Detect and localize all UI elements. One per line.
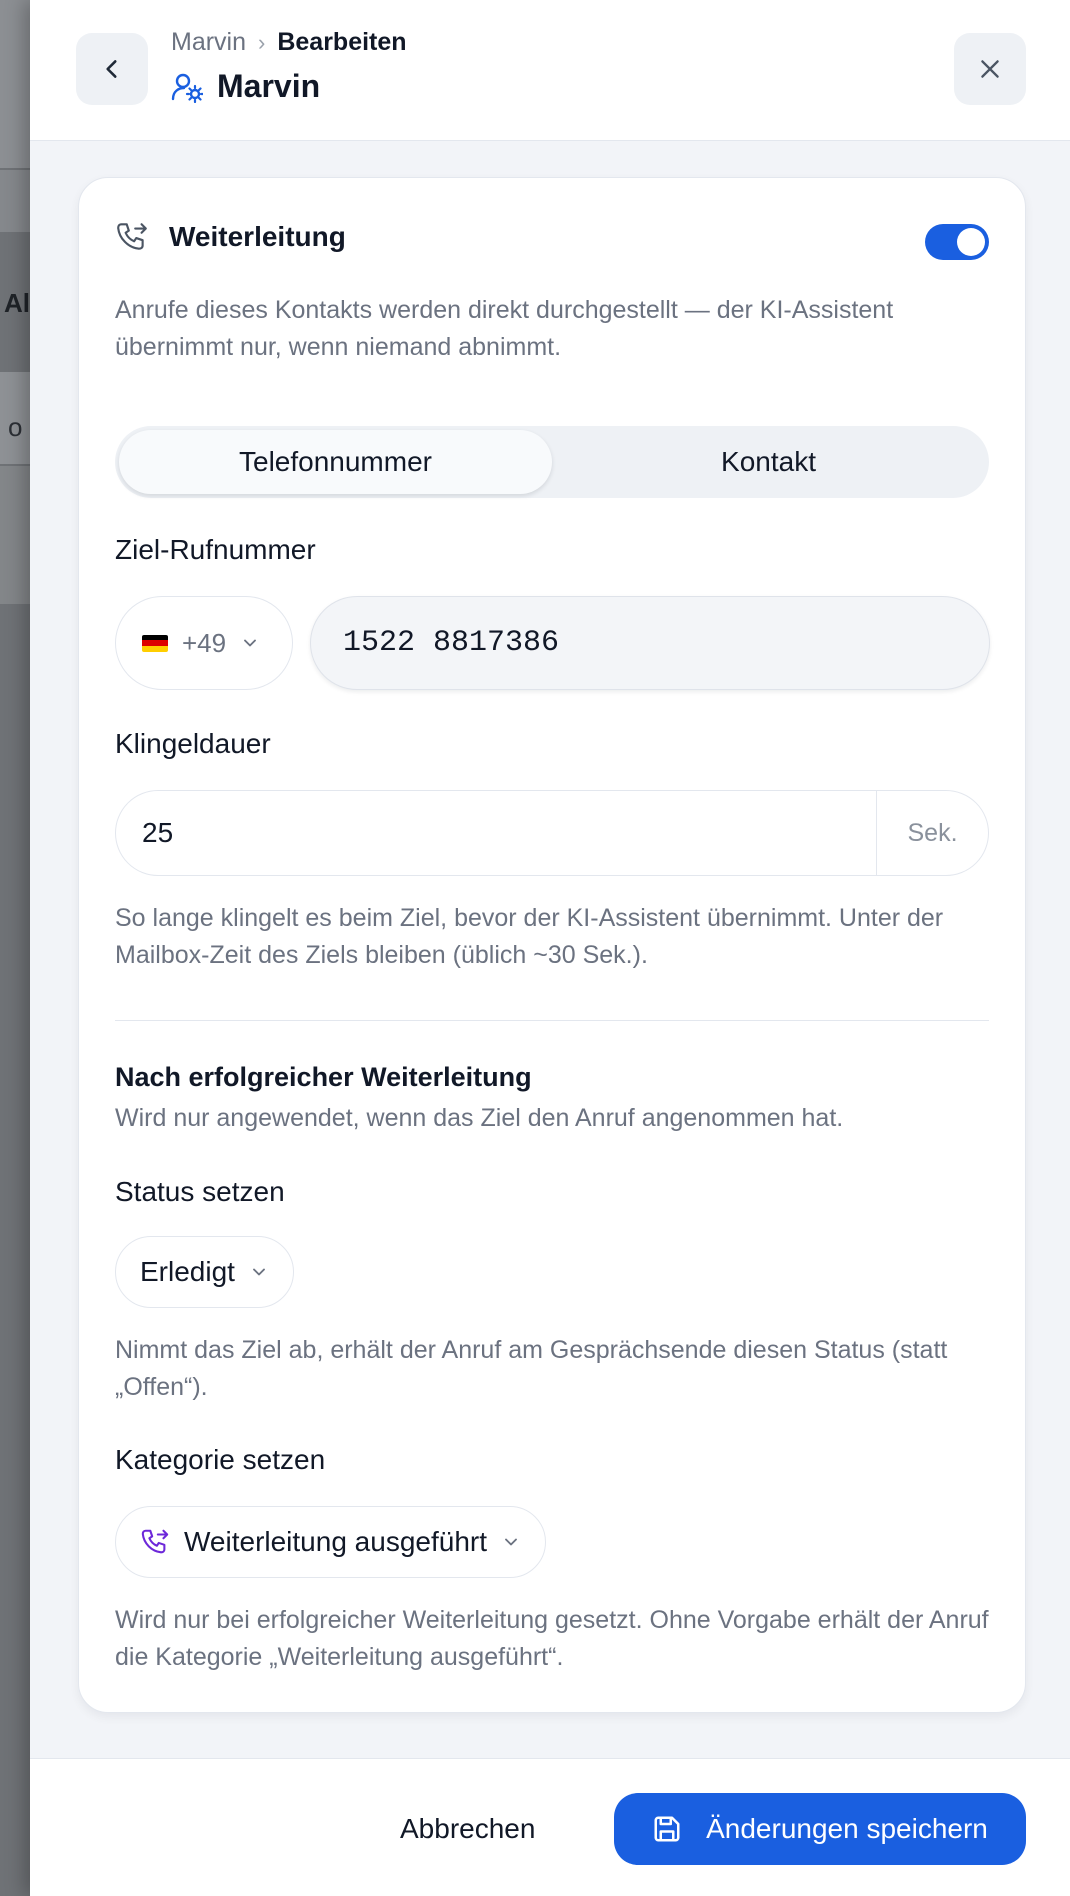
category-value: Weiterleitung ausgeführt <box>184 1526 487 1557</box>
background-text: o <box>8 412 23 442</box>
back-button[interactable] <box>76 33 148 105</box>
chevron-right-icon: › <box>258 29 266 55</box>
save-button-label: Änderungen speichern <box>706 1813 988 1844</box>
ring-duration-label: Klingeldauer <box>115 728 271 759</box>
status-help: Nimmt das Ziel ab, erhält der Anruf am G… <box>115 1336 948 1401</box>
sheet-header: Marvin › Bearbeiten Marvin <box>30 0 1070 141</box>
breadcrumb-parent[interactable]: Marvin <box>171 28 246 57</box>
forwarding-description: Anrufe dieses Kontakts werden direkt dur… <box>115 296 894 361</box>
status-label: Status setzen <box>115 1176 285 1207</box>
category-select[interactable]: Weiterleitung ausgeführt <box>115 1506 546 1578</box>
toggle-knob <box>957 228 985 256</box>
germany-flag-icon <box>142 634 168 652</box>
breadcrumb-current: Bearbeiten <box>277 28 407 56</box>
phone-forward-icon <box>141 1529 169 1554</box>
ring-duration-unit: Sek. <box>876 791 988 875</box>
close-button[interactable] <box>954 33 1026 105</box>
category-label: Kategorie setzen <box>115 1444 326 1475</box>
chevron-down-icon <box>505 1538 517 1546</box>
background-text: Al <box>4 288 30 318</box>
status-value: Erledigt <box>140 1256 235 1287</box>
status-select[interactable]: Erledigt <box>115 1236 294 1308</box>
chevron-down-icon <box>253 1268 265 1276</box>
forwarding-title: Weiterleitung <box>169 221 346 252</box>
forwarding-card: Weiterleitung Anrufe dieses Kontakts wer… <box>78 177 1026 1713</box>
forwarding-header: Weiterleitung <box>115 220 346 254</box>
target-type-tabs: Telefonnummer Kontakt <box>115 426 989 498</box>
target-number-label: Ziel-Rufnummer <box>115 534 316 565</box>
chevron-left-icon <box>106 60 117 78</box>
page-title: Marvin <box>217 68 321 104</box>
section-divider <box>115 1020 989 1021</box>
save-icon <box>654 1816 680 1842</box>
save-button[interactable]: Änderungen speichern <box>614 1793 1026 1865</box>
country-code-select[interactable]: +49 <box>115 596 293 690</box>
after-success-subtitle: Wird nur angewendet, wenn das Ziel den A… <box>115 1104 844 1132</box>
after-success-title: Nach erfolgreicher Weiterleitung <box>115 1062 532 1092</box>
sheet-footer: Abbrechen Änderungen speichern <box>30 1758 1070 1896</box>
category-help: Wird nur bei erfolgreicher Weiterleitung… <box>115 1606 989 1671</box>
page-title-row: Marvin <box>171 68 320 105</box>
user-settings-icon <box>171 73 203 103</box>
phone-number-input[interactable]: 1522 8817386 <box>310 596 990 690</box>
close-icon <box>981 60 999 78</box>
ring-duration-field: 25 Sek. <box>115 790 989 876</box>
tab-kontakt[interactable]: Kontakt <box>552 430 985 494</box>
edit-sheet: Marvin › Bearbeiten Marvin Weiterleitung… <box>30 0 1070 1896</box>
forwarding-toggle[interactable] <box>925 224 989 260</box>
ring-duration-help: So lange klingelt es beim Ziel, bevor de… <box>115 904 944 969</box>
ring-duration-input[interactable]: 25 <box>116 791 876 875</box>
cancel-button[interactable]: Abbrechen <box>400 1795 535 1863</box>
phone-forward-icon <box>117 223 147 250</box>
country-code-value: +49 <box>182 627 227 658</box>
breadcrumb: Marvin › Bearbeiten <box>171 28 407 57</box>
chevron-down-icon <box>244 639 257 647</box>
tab-telefonnummer[interactable]: Telefonnummer <box>119 430 552 494</box>
